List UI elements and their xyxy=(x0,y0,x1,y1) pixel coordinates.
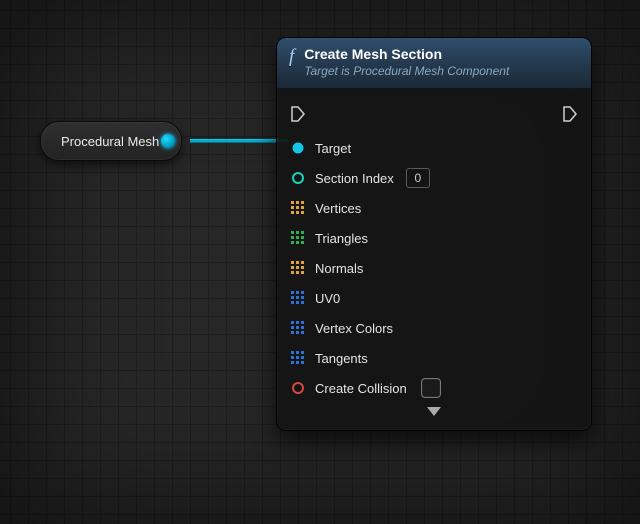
pin-target-icon[interactable] xyxy=(291,141,305,155)
pin-row-target[interactable]: Target xyxy=(291,133,577,163)
pin-row-vertices[interactable]: Vertices xyxy=(291,193,577,223)
pin-row-create-collision[interactable]: Create Collision xyxy=(291,373,577,403)
blueprint-graph-canvas[interactable]: Procedural Mesh f Create Mesh Section Ta… xyxy=(0,0,640,524)
pin-triangles-icon[interactable] xyxy=(291,231,305,245)
pin-vertex-colors-label: Vertex Colors xyxy=(315,321,393,336)
node-procedural-mesh-label: Procedural Mesh xyxy=(61,134,159,149)
pin-row-tangents[interactable]: Tangents xyxy=(291,343,577,373)
function-icon: f xyxy=(289,48,294,66)
section-index-input[interactable]: 0 xyxy=(406,168,430,188)
expand-node-button[interactable] xyxy=(291,403,577,424)
node-subtitle: Target is Procedural Mesh Component xyxy=(304,64,509,78)
pin-section-index-icon[interactable] xyxy=(291,171,305,185)
pin-normals-icon[interactable] xyxy=(291,261,305,275)
chevron-down-icon xyxy=(427,407,441,416)
pin-target-label: Target xyxy=(315,141,351,156)
node-create-mesh-section[interactable]: f Create Mesh Section Target is Procedur… xyxy=(276,37,592,431)
node-procedural-mesh[interactable]: Procedural Mesh xyxy=(40,121,182,161)
pin-section-index-label: Section Index xyxy=(315,171,394,186)
pin-triangles-label: Triangles xyxy=(315,231,368,246)
pin-tangents-icon[interactable] xyxy=(291,351,305,365)
node-body: Target Section Index 0 Vertices Tria xyxy=(277,89,591,430)
pin-uv0-icon[interactable] xyxy=(291,291,305,305)
pin-normals-label: Normals xyxy=(315,261,363,276)
pin-row-normals[interactable]: Normals xyxy=(291,253,577,283)
create-collision-checkbox[interactable] xyxy=(421,378,441,398)
pin-create-collision-icon[interactable] xyxy=(291,381,305,395)
pin-uv0-label: UV0 xyxy=(315,291,340,306)
pin-vertex-colors-icon[interactable] xyxy=(291,321,305,335)
node-title: Create Mesh Section xyxy=(304,46,509,62)
pin-row-section-index[interactable]: Section Index 0 xyxy=(291,163,577,193)
pin-vertices-icon[interactable] xyxy=(291,201,305,215)
node-header[interactable]: f Create Mesh Section Target is Procedur… xyxy=(277,38,591,89)
wire-proceduralmesh-to-target xyxy=(190,139,288,143)
pin-row-triangles[interactable]: Triangles xyxy=(291,223,577,253)
pin-row-vertex-colors[interactable]: Vertex Colors xyxy=(291,313,577,343)
exec-output-pin-icon[interactable] xyxy=(563,106,577,122)
exec-input-pin-icon[interactable] xyxy=(291,106,305,122)
pin-row-uv0[interactable]: UV0 xyxy=(291,283,577,313)
pin-tangents-label: Tangents xyxy=(315,351,368,366)
pin-create-collision-label: Create Collision xyxy=(315,381,407,396)
output-pin-object-icon[interactable] xyxy=(161,134,175,148)
pin-vertices-label: Vertices xyxy=(315,201,361,216)
